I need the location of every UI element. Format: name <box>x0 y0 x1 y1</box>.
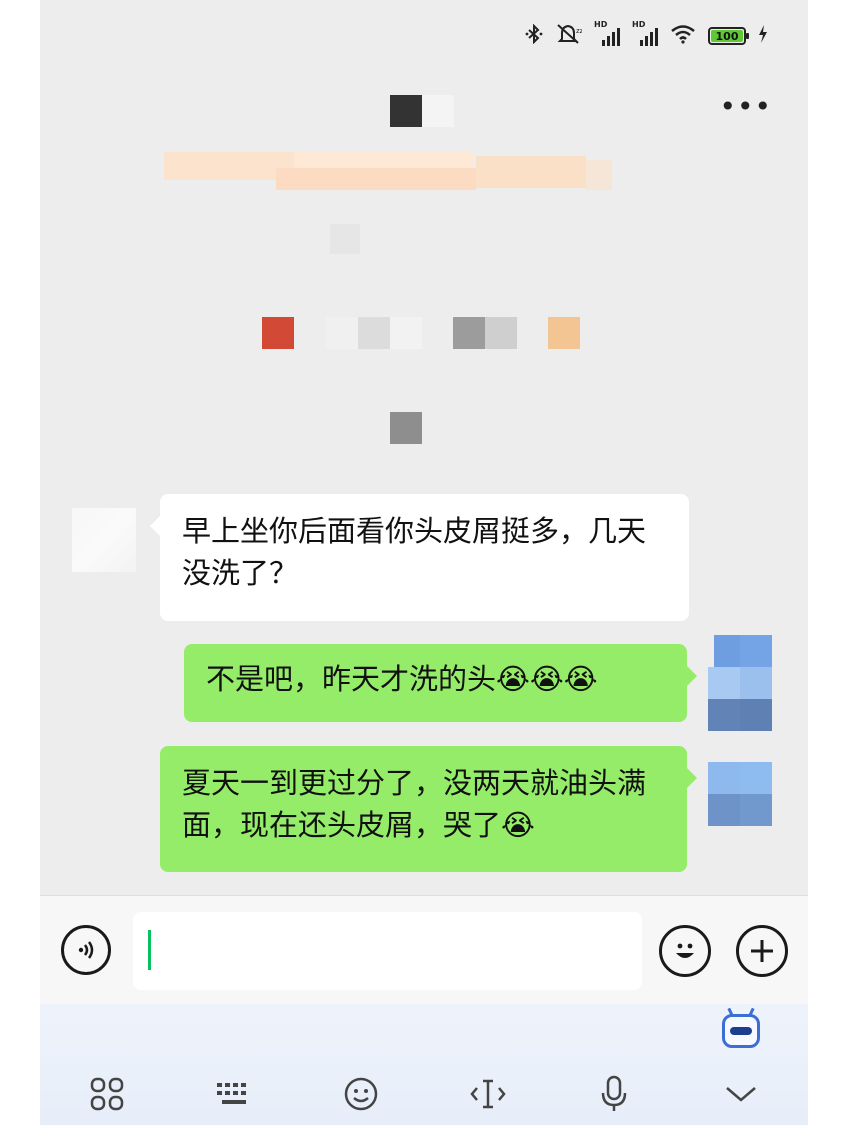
mosaic-block <box>262 317 294 349</box>
chat-title-mosaic <box>390 95 422 127</box>
avatar[interactable] <box>72 508 136 572</box>
emoji-icon[interactable] <box>659 925 711 977</box>
mosaic-block <box>276 168 476 190</box>
mosaic-block <box>453 317 485 349</box>
avatar[interactable] <box>708 762 772 826</box>
apps-icon[interactable] <box>87 1074 127 1114</box>
message-bubble[interactable]: 不是吧，昨天才洗的头😭😭😭 <box>184 644 697 722</box>
mosaic-block <box>390 317 422 349</box>
mosaic-block <box>548 317 580 349</box>
svg-text:zz: zz <box>576 27 582 35</box>
avatar[interactable] <box>708 635 772 731</box>
mosaic-block <box>358 317 390 349</box>
chat-title-mosaic <box>422 95 454 127</box>
status-bar: zz HD HD 100 <box>524 18 768 54</box>
text-caret <box>148 930 151 970</box>
signal-icon: HD <box>632 20 658 46</box>
assistant-robot-icon[interactable] <box>722 1014 760 1048</box>
keyboard-toolbar <box>40 1004 808 1125</box>
mosaic-block <box>390 412 422 444</box>
charging-icon <box>758 24 768 48</box>
message-bubble[interactable]: 早上坐你后面看你头皮屑挺多，几天没洗了？ <box>150 494 689 621</box>
mosaic-block <box>164 152 294 180</box>
mute-icon: zz <box>556 23 584 50</box>
emoji-icon[interactable] <box>341 1074 381 1114</box>
chat-screen: zz HD HD 100 ••• 早上坐你后面看你头皮屑挺多，几天没洗了？ 不是… <box>40 0 808 1125</box>
signal-icon: HD <box>594 20 620 46</box>
input-bar <box>40 895 808 1004</box>
collapse-icon[interactable] <box>721 1074 761 1114</box>
mosaic-block <box>476 156 586 188</box>
mosaic-block <box>586 160 612 190</box>
voice-icon[interactable] <box>61 925 111 975</box>
mosaic-block <box>485 317 517 349</box>
add-icon[interactable] <box>736 925 788 977</box>
mosaic-block <box>326 317 358 349</box>
cursor-icon[interactable] <box>468 1074 508 1114</box>
wifi-icon <box>670 24 696 49</box>
microphone-icon[interactable] <box>594 1074 634 1114</box>
more-icon[interactable]: ••• <box>719 92 772 122</box>
keyboard-icon[interactable] <box>214 1074 254 1114</box>
mosaic-block <box>330 224 360 254</box>
bluetooth-icon <box>524 23 544 49</box>
message-bubble[interactable]: 夏天一到更过分了，没两天就油头满面，现在还头皮屑，哭了😭 <box>160 746 697 872</box>
message-input[interactable] <box>133 912 642 990</box>
battery-icon: 100 <box>708 27 749 45</box>
